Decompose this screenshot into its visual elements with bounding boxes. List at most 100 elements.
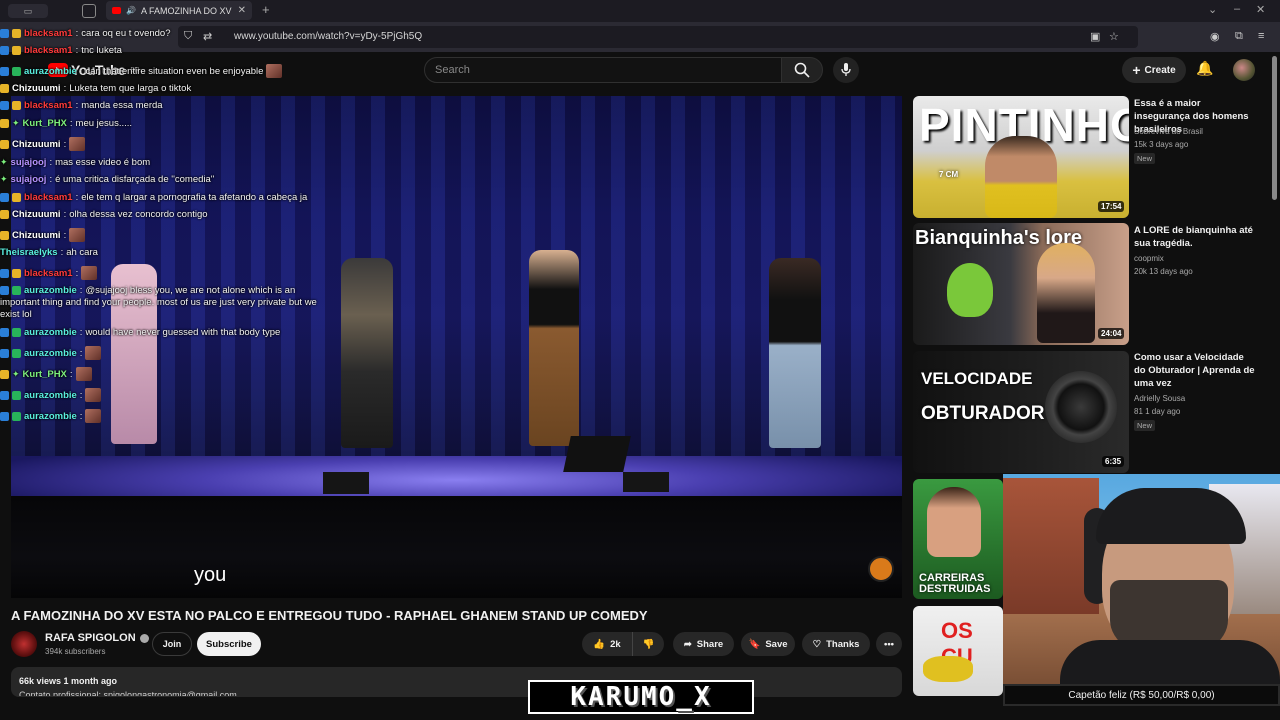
chat-separator: : <box>63 229 67 241</box>
rec-thumbnail-2[interactable]: Bianquinha's lore <box>913 223 1129 345</box>
rec-title-3[interactable]: Como usar a Velocidade do Obturador | Ap… <box>1134 351 1258 390</box>
gold-badge-icon <box>12 29 21 38</box>
rec-title-2[interactable]: A LORE de bianquinha até sua tragédia. <box>1134 224 1258 250</box>
chat-username[interactable]: Chizuuumi <box>12 139 61 150</box>
chat-emote-icon <box>69 137 86 151</box>
chat-username[interactable]: Chizuuumi <box>12 209 61 220</box>
shield-icon[interactable]: ⛉ <box>184 30 192 43</box>
gold-badge-icon <box>12 101 21 110</box>
gold-badge-icon <box>12 268 21 278</box>
chat-username[interactable]: aurazombie <box>24 390 77 401</box>
plus-icon: + <box>1132 62 1141 78</box>
menu-icon[interactable]: ≡ <box>1258 30 1264 42</box>
thumbs-up-icon: 👍 <box>593 638 606 650</box>
chat-username[interactable]: aurazombie <box>24 348 77 359</box>
blue-badge-icon <box>0 390 9 400</box>
rec-thumb-camera-lens-icon <box>1045 371 1117 443</box>
channel-avatar[interactable] <box>11 631 37 657</box>
green-badge-icon <box>12 66 21 76</box>
rec-thumb-person-2 <box>1037 243 1095 343</box>
rec-channel-3[interactable]: Adrielly Sousa <box>1134 394 1185 403</box>
like-button[interactable]: 👍 2k <box>582 632 632 656</box>
chat-text: exist lol <box>0 309 32 320</box>
chat-username[interactable]: Chizuuumi <box>12 230 61 241</box>
chat-username[interactable]: blacksam1 <box>24 28 73 39</box>
stage-speaker <box>563 436 631 472</box>
chat-username[interactable]: blacksam1 <box>24 192 73 203</box>
chat-username[interactable]: aurazombie <box>24 285 77 296</box>
rec-channel-2[interactable]: coopmix <box>1134 254 1164 263</box>
like-count: 2k <box>610 638 621 650</box>
dislike-button[interactable]: 👎 <box>632 632 664 656</box>
tab-overview-icon[interactable] <box>82 4 96 18</box>
close-tab-icon[interactable]: ✕ <box>238 5 246 16</box>
blue-badge-icon <box>0 66 9 76</box>
rec-channel-1[interactable]: Sobreviva ao Brasil <box>1134 127 1203 136</box>
search-input[interactable]: Search <box>424 57 782 83</box>
video-player[interactable] <box>11 96 902 598</box>
chat-username[interactable]: blacksam1 <box>24 45 73 56</box>
rec-thumbnail-1[interactable]: PINTINHO 7 CM <box>913 96 1129 218</box>
save-button[interactable]: 🔖 Save <box>741 632 795 656</box>
gold-badge-icon <box>0 119 9 128</box>
sound-icon[interactable]: 🔊 <box>126 6 136 15</box>
close-window-icon[interactable]: ✕ <box>1256 3 1265 16</box>
gold-badge-icon <box>12 193 21 202</box>
new-tab-icon[interactable]: + <box>262 2 270 17</box>
chat-username[interactable]: Chizuuumi <box>12 83 61 94</box>
browser-tab-active[interactable]: 🔊 A FAMOZINHA DO XV ESTA ✕ <box>106 1 252 20</box>
list-tabs-icon[interactable]: ⌄ <box>1208 3 1217 16</box>
green-badge-icon <box>12 411 21 421</box>
gold-badge-icon <box>0 230 9 240</box>
url-text[interactable]: www.youtube.com/watch?v=yDy-5PjGh5Q <box>234 31 422 42</box>
shorts-thumbnail-1[interactable]: CARREIRAS DESTRUIDAS <box>913 479 1003 599</box>
chat-username[interactable]: sujajooj <box>11 174 47 185</box>
sidebar-toggle-icon[interactable]: ▭ <box>8 4 48 18</box>
bookmark-star-icon[interactable]: ☆ <box>1109 30 1119 43</box>
user-avatar[interactable] <box>1233 59 1255 81</box>
notifications-bell-icon[interactable]: 🔔 <box>1196 60 1213 77</box>
blue-badge-icon <box>0 46 9 55</box>
chat-username[interactable]: sujajooj <box>11 157 47 168</box>
reaction-emoji-icon[interactable] <box>868 556 894 582</box>
reader-view-icon[interactable]: ▣ <box>1090 30 1100 43</box>
extensions-icon[interactable]: ⧉ <box>1235 30 1243 43</box>
minimize-icon[interactable]: – <box>1234 3 1240 15</box>
page-scrollbar[interactable] <box>1272 56 1277 200</box>
chat-username[interactable]: aurazombie <box>24 327 77 338</box>
permissions-icon[interactable]: ⇄ <box>203 30 212 43</box>
chat-username[interactable]: aurazombie <box>24 411 77 422</box>
chat-separator: : <box>75 192 79 203</box>
chat-text: manda essa merda <box>81 100 163 111</box>
chat-username[interactable]: blacksam1 <box>24 268 73 279</box>
channel-name[interactable]: RAFA SPIGOLON <box>45 632 149 644</box>
chat-username[interactable]: aurazombie <box>24 66 77 77</box>
chat-message: aurazombie: <box>0 388 102 402</box>
voice-search-button[interactable] <box>833 57 859 83</box>
rec-duration-3: 6:35 <box>1102 456 1125 467</box>
share-button[interactable]: ➦ Share <box>673 632 734 656</box>
search-button[interactable] <box>781 57 823 83</box>
blue-badge-icon <box>0 29 9 38</box>
chat-username[interactable]: Kurt_PHX <box>23 118 67 129</box>
gold-badge-icon <box>0 210 9 219</box>
subscribe-button[interactable]: Subscribe <box>197 632 261 656</box>
join-button[interactable]: Join <box>152 632 192 656</box>
account-icon[interactable]: ◉ <box>1210 30 1220 43</box>
chat-emote-icon <box>85 409 102 423</box>
verified-icon <box>139 633 149 643</box>
tab-title: A FAMOZINHA DO XV ESTA <box>140 5 233 16</box>
chat-username[interactable]: Theisraelyks <box>0 247 58 258</box>
shorts-thumbnail-2[interactable]: OS CU <box>913 606 1003 696</box>
youtube-favicon-icon <box>112 7 121 14</box>
chat-username[interactable]: Kurt_PHX <box>23 369 67 380</box>
thanks-button[interactable]: ♡ Thanks <box>802 632 870 656</box>
rec-thumbnail-3[interactable]: VELOCIDADE OBTURADOR <box>913 351 1129 473</box>
stage-monitor-right <box>623 472 669 492</box>
more-actions-button[interactable]: ••• <box>876 632 902 656</box>
chat-username[interactable]: blacksam1 <box>24 100 73 111</box>
create-button[interactable]: + Create <box>1122 57 1186 83</box>
chat-message: aurazombie: would have never guessed wit… <box>0 327 280 338</box>
chat-text: tnc luketa <box>81 45 122 56</box>
chat-message: blacksam1: cara oq eu t ovendo? <box>0 28 171 39</box>
